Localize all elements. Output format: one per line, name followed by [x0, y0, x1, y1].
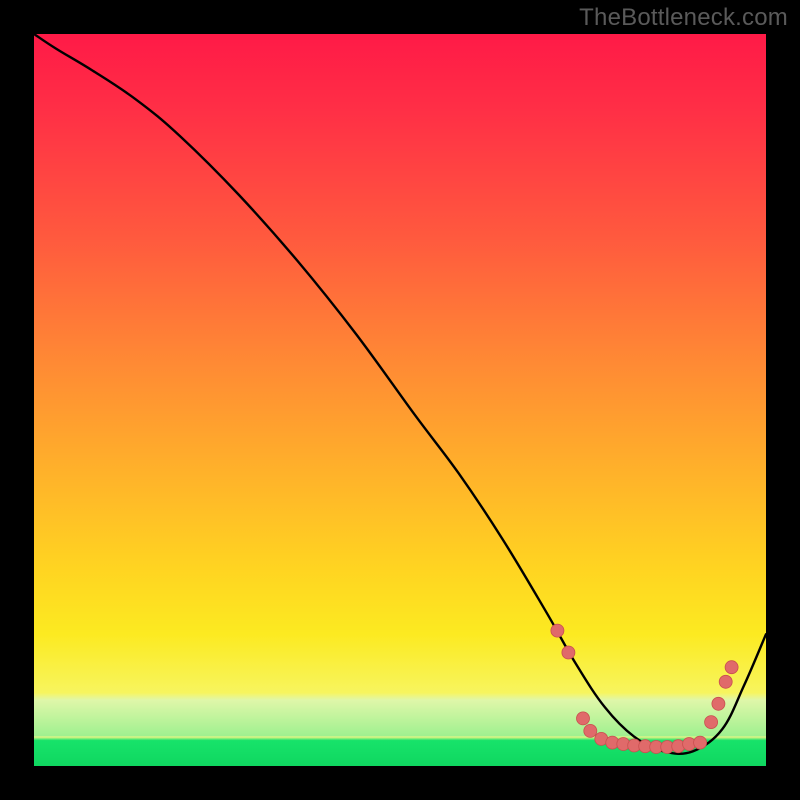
curve-marker	[577, 712, 590, 725]
curve-marker	[584, 724, 597, 737]
curve-svg	[34, 34, 766, 766]
bottleneck-curve	[34, 34, 766, 754]
curve-marker	[725, 661, 738, 674]
curve-marker	[562, 646, 575, 659]
chart-frame: TheBottleneck.com	[0, 0, 800, 800]
curve-marker	[694, 736, 707, 749]
curve-marker	[719, 675, 732, 688]
curve-marker	[705, 716, 718, 729]
curve-markers	[551, 624, 738, 753]
curve-marker	[551, 624, 564, 637]
plot-area	[34, 34, 766, 766]
curve-marker	[712, 697, 725, 710]
watermark-text: TheBottleneck.com	[579, 4, 788, 32]
